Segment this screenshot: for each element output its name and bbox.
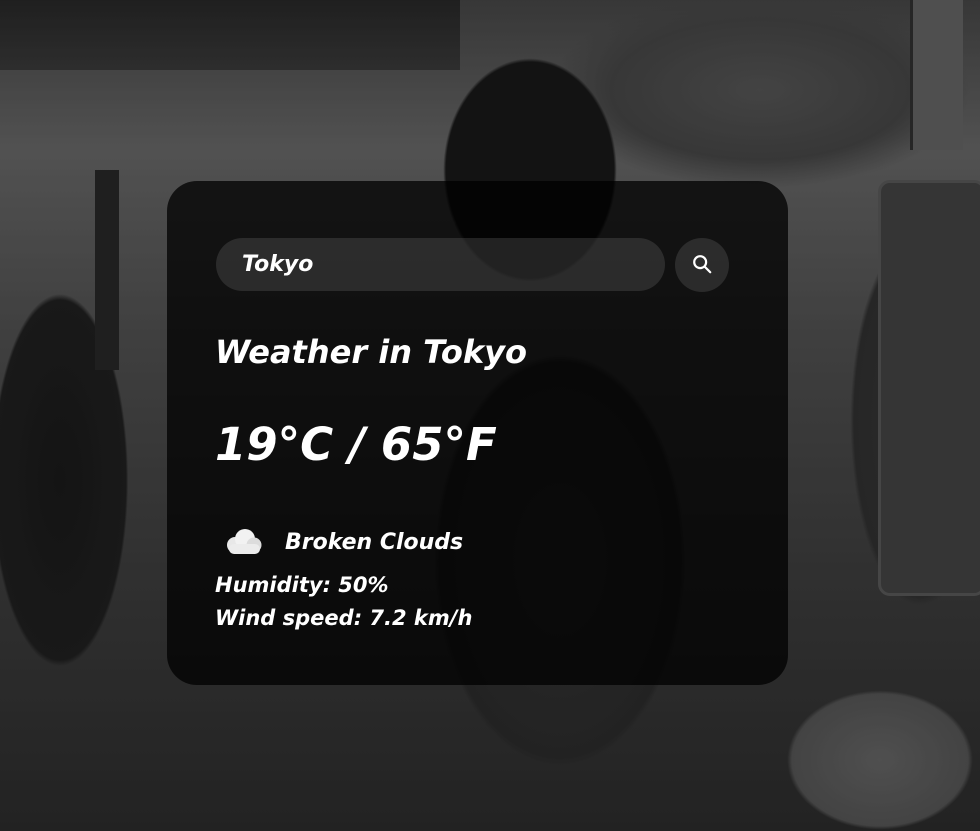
search-button[interactable] — [675, 238, 729, 292]
city-title: Weather in Tokyo — [215, 333, 527, 371]
temperature: 19°C / 65°F — [215, 418, 497, 471]
weather-card: Weather in Tokyo 19°C / 65°F Broken Clou… — [167, 181, 788, 685]
search-icon — [691, 253, 713, 278]
condition-row: Broken Clouds — [219, 521, 463, 563]
cloud-icon — [219, 522, 269, 562]
wind-speed-text: Wind speed: 7.2 km/h — [215, 606, 473, 630]
humidity-text: Humidity: 50% — [215, 573, 389, 597]
condition-text: Broken Clouds — [285, 529, 464, 555]
search-input[interactable] — [216, 238, 665, 291]
